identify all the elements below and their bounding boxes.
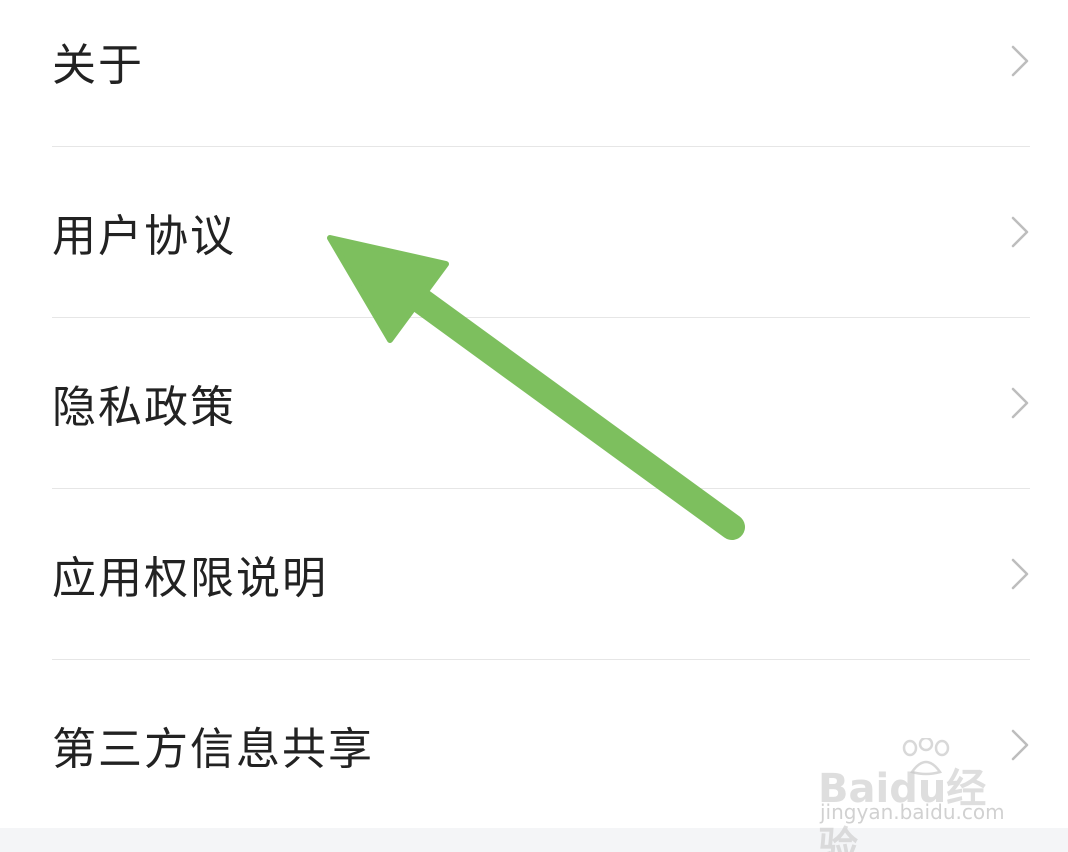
settings-menu-list: 关于 用户协议 隐私政策 应用权限说明 第三方信息共享	[0, 0, 1068, 828]
chevron-right-icon	[1011, 387, 1029, 419]
settings-screen: 关于 用户协议 隐私政策 应用权限说明 第三方信息共享 Baidu经验 jing…	[0, 0, 1068, 852]
menu-item-privacy-policy[interactable]: 隐私政策	[0, 318, 1068, 488]
chevron-right-icon	[1011, 45, 1029, 77]
menu-item-about[interactable]: 关于	[0, 0, 1068, 146]
watermark-url: jingyan.baidu.com	[820, 800, 1005, 824]
menu-item-app-permissions[interactable]: 应用权限说明	[0, 489, 1068, 659]
menu-item-label: 隐私政策	[52, 382, 236, 433]
menu-item-label: 用户协议	[52, 211, 236, 262]
menu-item-user-agreement[interactable]: 用户协议	[0, 147, 1068, 317]
chevron-right-icon	[1011, 216, 1029, 248]
menu-item-label: 第三方信息共享	[52, 724, 374, 775]
menu-item-label: 关于	[52, 40, 144, 91]
chevron-right-icon	[1011, 558, 1029, 590]
menu-item-label: 应用权限说明	[52, 553, 328, 604]
baidu-watermark: Baidu经验 jingyan.baidu.com	[818, 738, 1018, 852]
